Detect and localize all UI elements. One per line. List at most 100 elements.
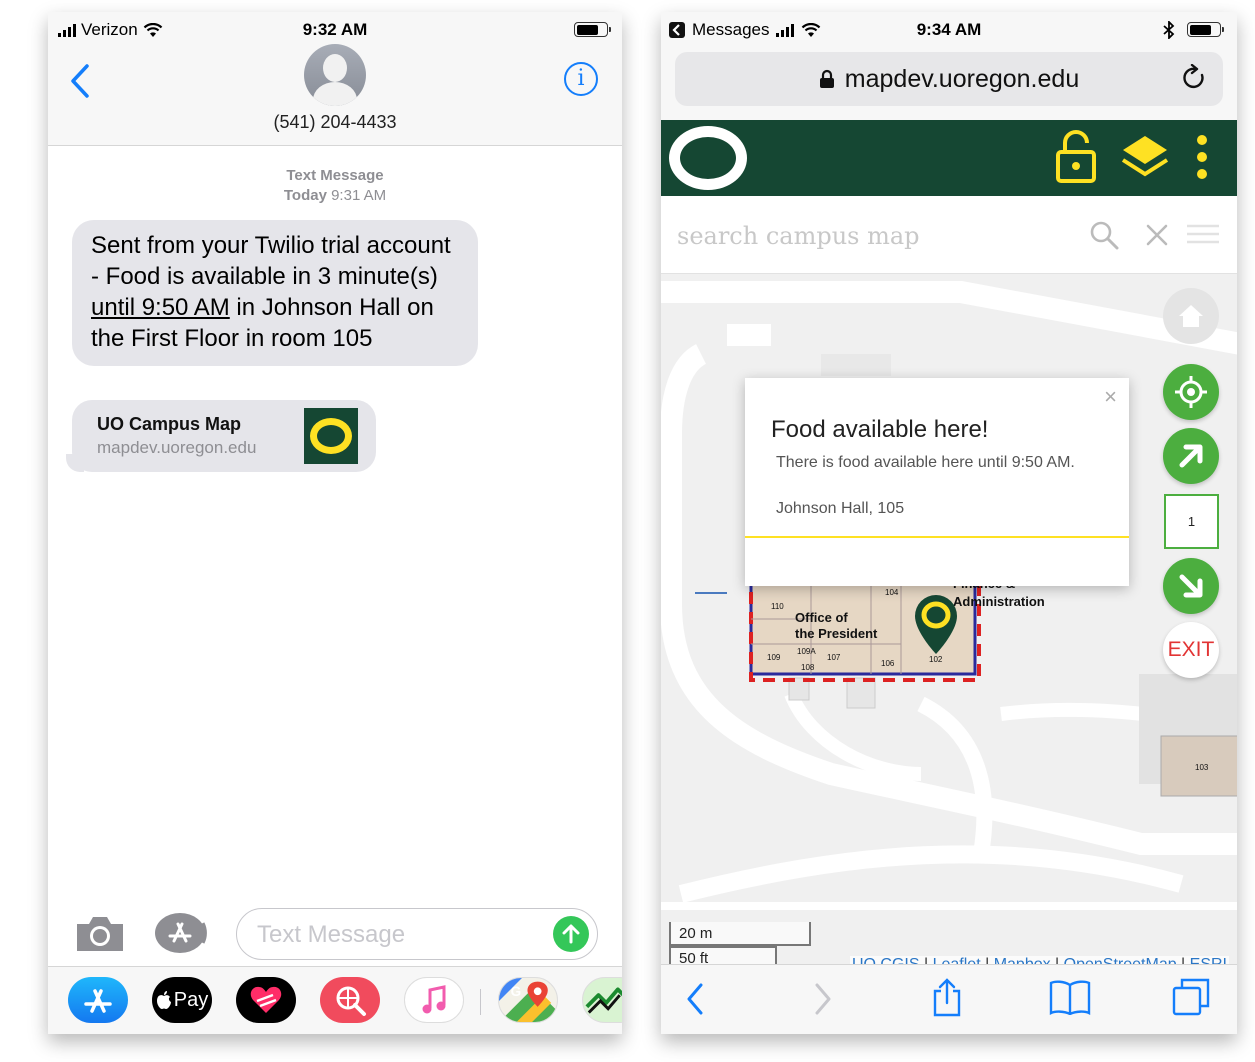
attribution-link-esri[interactable]: ESRI [1190, 956, 1227, 964]
campus-map-header [661, 120, 1237, 196]
tabs-icon[interactable] [1171, 977, 1211, 1017]
locate-button[interactable] [1163, 364, 1219, 420]
svg-text:G: G [511, 984, 522, 999]
forward-icon[interactable] [813, 983, 833, 1015]
attribution-link-mapbox[interactable]: Mapbox [994, 956, 1051, 964]
attribution-link-leaflet[interactable]: Leaflet [933, 956, 981, 964]
music-app[interactable] [404, 977, 464, 1023]
room-label: 107 [827, 653, 841, 662]
message-day: Today [283, 187, 327, 204]
popup-close-button[interactable]: × [1104, 384, 1117, 410]
home-button[interactable] [1163, 288, 1219, 344]
crosshair-icon [1175, 376, 1207, 408]
safari-map-screen: Messages 9:34 AM mapdev.uoregon.edu sear… [661, 12, 1237, 1034]
share-icon[interactable] [931, 977, 963, 1017]
messages-screen: Verizon 9:32 AM (541) 204-4433 i Text Me… [48, 12, 622, 1034]
back-icon[interactable] [685, 983, 705, 1015]
floor-up-button[interactable] [1163, 428, 1219, 484]
floor-indicator: 1 [1164, 494, 1219, 549]
layers-icon[interactable] [1121, 132, 1169, 182]
globe-search-icon [336, 986, 366, 1016]
popup-description: There is food available here until 9:50 … [776, 454, 1075, 471]
music-note-icon [422, 985, 446, 1014]
campus-map[interactable]: Office of the President Finance & Admini… [661, 274, 1237, 964]
google-maps-app[interactable]: G [498, 977, 558, 1023]
reload-icon[interactable] [1181, 64, 1207, 92]
imessage-app-drawer: Pay G [48, 966, 622, 1034]
conversation-header: Verizon 9:32 AM (541) 204-4433 i [48, 12, 622, 146]
clear-icon[interactable] [1145, 223, 1169, 247]
message-input[interactable]: Text Message [236, 908, 598, 960]
arrow-up-icon [562, 924, 580, 944]
app-store-app-icon [84, 989, 112, 1013]
contact-phone-number[interactable]: (541) 204-4433 [48, 112, 622, 133]
camera-icon[interactable] [74, 914, 126, 954]
more-vertical-icon[interactable] [1195, 134, 1209, 180]
room-label: 110 [771, 602, 784, 611]
back-chevron-icon[interactable] [70, 64, 90, 98]
map-pin-icon[interactable] [913, 594, 959, 656]
apple-pay-app[interactable]: Pay [152, 977, 212, 1023]
url-text: mapdev.uoregon.edu [844, 65, 1080, 93]
message-text-part1: Sent from your Twilio trial account - Fo… [91, 232, 451, 290]
popup-location: Johnson Hall, 105 [776, 500, 905, 517]
exit-button[interactable]: EXIT [1163, 622, 1219, 678]
scale-imperial: 50 ft [669, 946, 777, 964]
bookmarks-icon[interactable] [1049, 979, 1091, 1015]
room-label: 108 [801, 663, 815, 672]
map-attribution: UO CGIS | Leaflet | Mapbox | OpenStreetM… [849, 956, 1229, 964]
app-store-button[interactable] [154, 912, 210, 954]
address-bar[interactable]: mapdev.uoregon.edu [675, 52, 1223, 106]
floor-down-button[interactable] [1163, 558, 1219, 614]
status-time: 9:32 AM [302, 20, 368, 39]
link-preview-title: UO Campus Map [97, 414, 242, 434]
bluetooth-icon [1163, 21, 1175, 39]
map-search-bar: search campus map [661, 196, 1237, 274]
info-icon[interactable]: i [564, 62, 598, 96]
message-time: 9:31 AM [331, 187, 387, 204]
popup-title: Food available here! [771, 416, 989, 443]
uo-logo-icon[interactable] [669, 126, 747, 190]
message-timestamp: Text Message Today 9:31 AM [48, 166, 622, 206]
unlock-icon[interactable] [1055, 130, 1097, 184]
attribution-link-osm[interactable]: OpenStreetMap [1064, 956, 1177, 964]
arrow-down-right-icon [1179, 574, 1203, 598]
room-label: 106 [881, 659, 895, 668]
safari-toolbar [661, 964, 1237, 1034]
url-display: mapdev.uoregon.edu [675, 65, 1223, 94]
department-label-line2: Administration [953, 594, 1045, 609]
room-label: 109A [797, 647, 816, 656]
list-icon[interactable] [1187, 224, 1219, 244]
send-button[interactable] [553, 916, 589, 952]
building-label-line1: Office of [795, 610, 848, 625]
room-label: 103 [1195, 763, 1209, 772]
room-label: 104 [885, 588, 899, 597]
robinhood-app[interactable] [582, 977, 622, 1023]
message-input-placeholder: Text Message [257, 921, 406, 948]
lock-icon [819, 69, 834, 88]
app-store-icon [155, 913, 207, 953]
status-time: 9:34 AM [916, 20, 982, 39]
stock-chart-icon [585, 987, 622, 1014]
images-search-app[interactable] [320, 977, 380, 1023]
compose-bar: Text Message [48, 900, 622, 966]
link-preview-card[interactable]: UO Campus Map mapdev.uoregon.edu [66, 400, 376, 472]
uo-logo-icon [304, 408, 358, 464]
message-type-label: Text Message [286, 167, 384, 184]
status-bar: Messages 9:34 AM [661, 12, 1237, 48]
status-bar: Verizon 9:32 AM [48, 12, 622, 48]
app-store-app[interactable] [68, 977, 128, 1023]
message-bubble: Sent from your Twilio trial account - Fo… [72, 220, 478, 366]
digital-touch-app[interactable] [236, 977, 296, 1023]
map-search-input[interactable]: search campus map [677, 222, 920, 250]
message-time-link[interactable]: until 9:50 AM [91, 294, 230, 321]
scale-metric: 20 m [669, 922, 811, 946]
battery-icon [574, 22, 611, 37]
battery-icon [1187, 22, 1224, 37]
home-icon [1179, 305, 1203, 327]
search-icon[interactable] [1089, 220, 1119, 250]
contact-avatar[interactable] [304, 44, 366, 106]
attribution-link-uocgis[interactable]: UO CGIS [852, 956, 920, 964]
arrow-up-right-icon [1179, 444, 1203, 468]
safari-address-area: mapdev.uoregon.edu [661, 48, 1237, 120]
